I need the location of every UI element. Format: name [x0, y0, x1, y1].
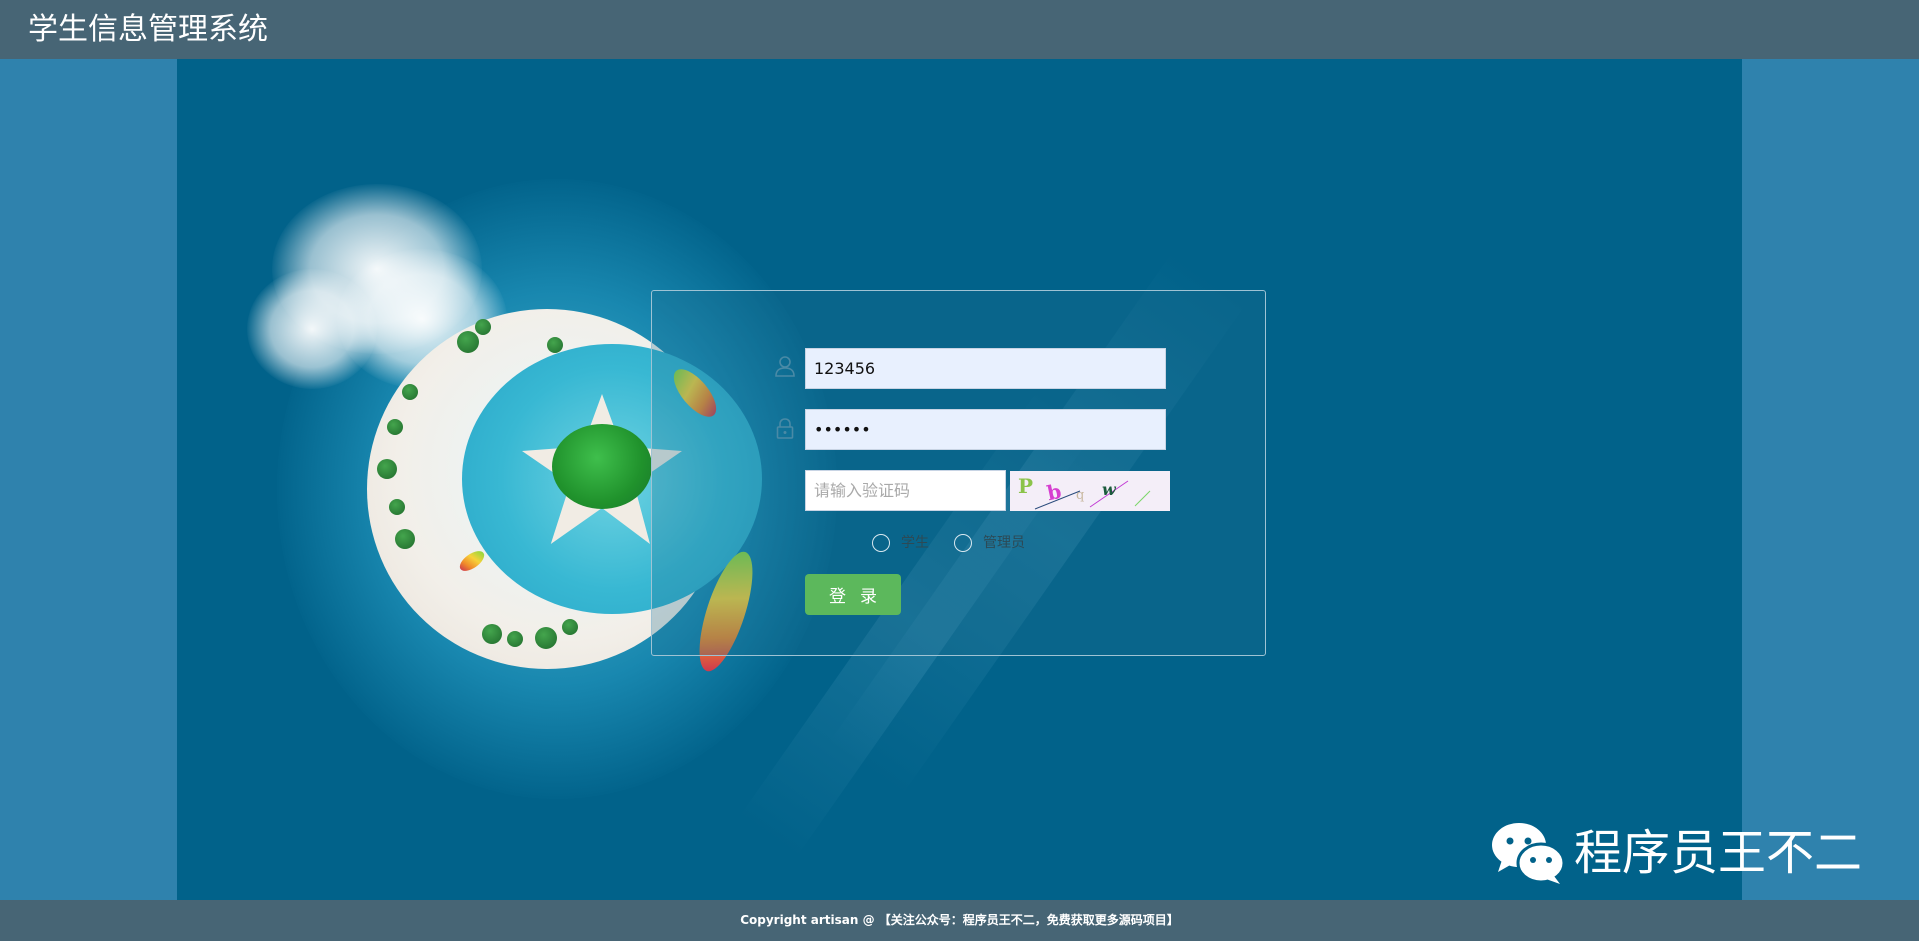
right-side-panel	[1742, 59, 1919, 900]
radio-circle[interactable]	[872, 534, 890, 552]
tree	[377, 459, 397, 479]
green-islet	[552, 424, 652, 509]
copyright-text: Copyright artisan @ 【关注公众号：程序员王不二，免费获取更多…	[740, 913, 1179, 927]
wechat-icon	[1490, 820, 1566, 886]
captcha-char: q	[1076, 488, 1084, 503]
app-title: 学生信息管理系统	[28, 12, 268, 47]
watermark: 程序员王不二	[1490, 818, 1870, 888]
radio-label-admin: 管理员	[983, 535, 1025, 551]
captcha-image[interactable]: P b q w	[1010, 471, 1170, 511]
lock-icon	[774, 417, 796, 439]
tree	[482, 624, 502, 644]
captcha-char: P	[1018, 474, 1033, 498]
footer: Copyright artisan @ 【关注公众号：程序员王不二，免费获取更多…	[0, 900, 1919, 941]
left-side-panel	[0, 59, 177, 900]
tree	[457, 331, 479, 353]
login-panel: P b q w 学生 管理员 登录	[651, 290, 1266, 656]
tree	[395, 529, 415, 549]
top-bar: 学生信息管理系统	[0, 0, 1919, 59]
tree	[507, 631, 523, 647]
user-icon	[774, 355, 796, 377]
captcha-char: w	[1102, 480, 1117, 499]
captcha-char: b	[1045, 479, 1064, 505]
tree	[475, 319, 491, 335]
tree	[389, 499, 405, 515]
password-input[interactable]	[805, 409, 1166, 450]
username-input[interactable]	[805, 348, 1166, 389]
captcha-input[interactable]	[805, 470, 1006, 511]
tree	[402, 384, 418, 400]
watermark-text: 程序员王不二	[1574, 825, 1863, 881]
tree	[547, 337, 563, 353]
tree	[387, 419, 403, 435]
cloud	[247, 269, 377, 389]
tree	[535, 627, 557, 649]
tree	[562, 619, 578, 635]
radio-circle[interactable]	[954, 534, 972, 552]
login-button[interactable]: 登录	[805, 574, 901, 615]
radio-label-student: 学生	[901, 535, 929, 551]
